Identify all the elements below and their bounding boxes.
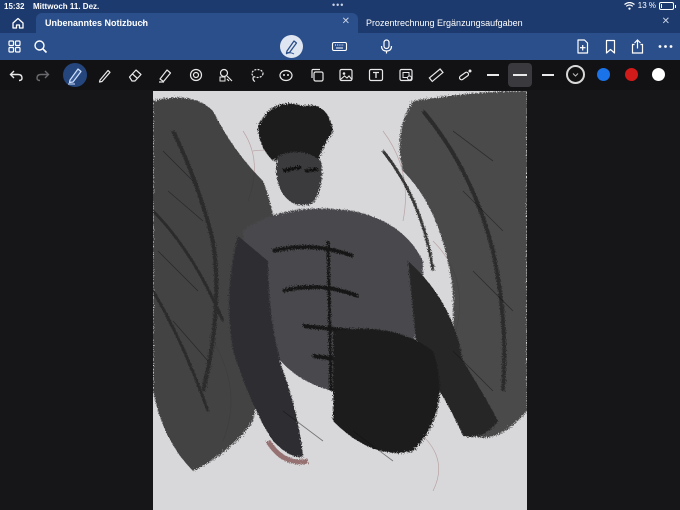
close-tab-icon[interactable]: ✕ — [662, 16, 670, 27]
share-icon[interactable] — [629, 38, 646, 55]
battery-icon — [659, 1, 676, 10]
stroke-medium-line — [513, 74, 527, 76]
pen-mode-icon — [285, 40, 298, 55]
image-icon[interactable] — [338, 67, 354, 83]
add-page-icon[interactable] — [574, 38, 591, 55]
notebook-page[interactable] — [153, 91, 527, 510]
main-toolbar — [0, 33, 680, 60]
sticker-icon[interactable] — [278, 67, 294, 83]
laser-pointer-icon[interactable] — [457, 67, 473, 83]
multitasking-dots-icon[interactable]: ••• — [332, 0, 344, 10]
ruler-icon[interactable] — [428, 67, 444, 83]
copy-icon[interactable] — [309, 67, 325, 83]
pen-tools-bar — [0, 60, 680, 90]
status-right: 13 % — [623, 1, 676, 10]
redo-icon[interactable] — [35, 67, 51, 83]
keyboard-icon[interactable] — [331, 38, 348, 55]
grid-icon[interactable] — [6, 38, 23, 55]
color-black-swatch[interactable] — [566, 65, 585, 84]
fountain-pen-tool[interactable] — [63, 63, 87, 87]
chevron-down-icon[interactable]: ⌄ — [140, 17, 147, 26]
wifi-icon — [623, 1, 635, 10]
status-time: 15:32 — [4, 2, 25, 11]
canvas-area[interactable] — [0, 90, 680, 510]
highlighter-icon[interactable] — [157, 67, 173, 83]
fountain-pen-icon — [68, 68, 82, 85]
drawing-artwork — [153, 91, 527, 492]
battery-percent: 13 % — [637, 1, 656, 10]
stroke-thin-option[interactable] — [487, 74, 499, 76]
color-white-swatch[interactable] — [652, 68, 665, 81]
tab-percentage-exercises[interactable]: Prozentrechnung Ergänzungsaufgaben ✕ — [360, 13, 678, 33]
tab-bar: Unbenanntes Notizbuch ⌄ ✕ Prozentrechnun… — [0, 13, 680, 33]
undo-icon[interactable] — [8, 67, 24, 83]
text-box-icon[interactable] — [368, 67, 384, 83]
lasso-select-icon[interactable] — [218, 67, 234, 83]
screenshot-icon[interactable] — [398, 67, 414, 83]
tab-label: Unbenanntes Notizbuch — [45, 18, 148, 28]
pen-mode-button[interactable] — [280, 35, 303, 58]
chevron-down-icon — [572, 73, 579, 77]
close-tab-icon[interactable]: ✕ — [342, 16, 350, 27]
color-blue-swatch[interactable] — [597, 68, 610, 81]
bookmark-icon[interactable] — [602, 38, 619, 55]
color-red-swatch[interactable] — [625, 68, 638, 81]
tab-untitled-notebook[interactable]: Unbenanntes Notizbuch ⌄ ✕ — [36, 13, 358, 33]
status-bar: 15:32 Mittwoch 11. Dez. ••• 13 % — [0, 0, 680, 13]
microphone-icon[interactable] — [378, 38, 395, 55]
pencil-icon[interactable] — [97, 67, 113, 83]
search-icon[interactable] — [32, 38, 49, 55]
tab-label: Prozentrechnung Ergänzungsaufgaben — [366, 18, 523, 28]
lasso-icon[interactable] — [249, 67, 265, 83]
more-icon[interactable] — [657, 38, 674, 55]
eraser-icon[interactable] — [127, 67, 143, 83]
home-icon[interactable] — [10, 15, 26, 31]
status-date: Mittwoch 11. Dez. — [33, 2, 100, 11]
shape-icon[interactable] — [188, 67, 204, 83]
stroke-thick-option[interactable] — [542, 74, 554, 76]
